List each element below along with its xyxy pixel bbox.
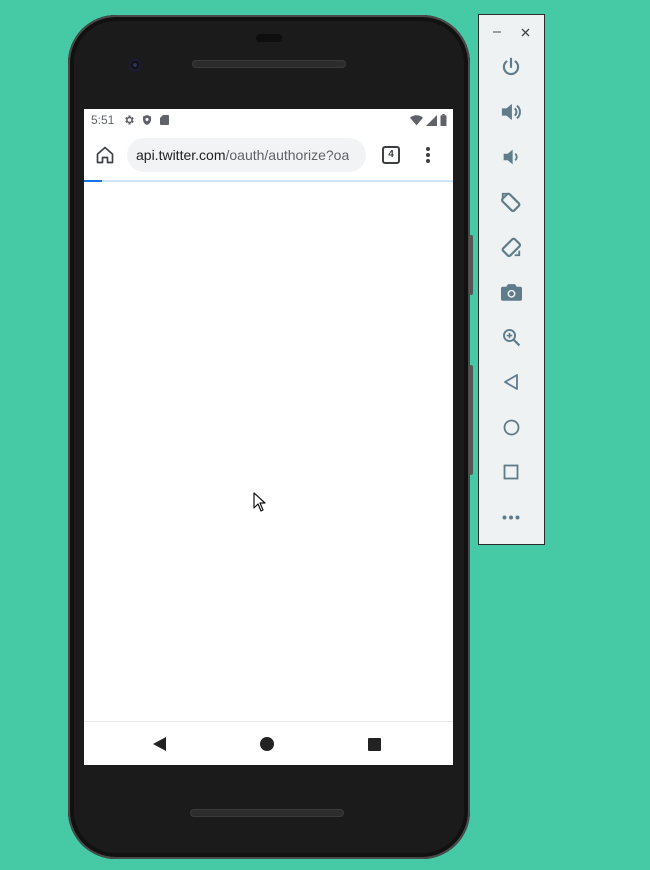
phone-volume-keys[interactable] <box>469 365 473 475</box>
web-page-content[interactable] <box>84 182 453 721</box>
home-icon <box>95 145 115 165</box>
status-time: 5:51 <box>91 113 115 127</box>
battery-icon <box>440 114 447 126</box>
nav-overview-button[interactable] <box>352 722 396 765</box>
rotate-right-button[interactable] <box>496 232 526 262</box>
home-circle-icon <box>260 737 274 751</box>
phone-power-key[interactable] <box>469 235 473 295</box>
shield-icon <box>141 114 153 126</box>
volume-down-icon <box>502 148 520 166</box>
emulator-control-panel <box>478 14 545 545</box>
rotate-left-icon <box>500 191 522 213</box>
wifi-icon <box>410 114 423 126</box>
mouse-cursor-icon <box>253 492 266 517</box>
url-host: api.twitter.com <box>136 147 226 163</box>
power-icon <box>501 57 521 77</box>
nav-home-button[interactable] <box>245 722 289 765</box>
gear-icon <box>123 114 135 126</box>
front-camera <box>128 58 142 72</box>
close-icon <box>521 28 530 37</box>
zoom-icon <box>502 328 521 347</box>
overview-button[interactable] <box>496 457 526 487</box>
tab-switcher-button[interactable]: 4 <box>366 131 416 179</box>
back-triangle-icon <box>153 737 167 751</box>
minimize-button[interactable] <box>489 24 505 40</box>
url-path: /oauth/authorize?oa <box>225 147 350 163</box>
back-button[interactable] <box>496 367 526 397</box>
volume-up-button[interactable] <box>496 97 526 127</box>
overview-square-icon <box>367 737 381 751</box>
more-vertical-icon <box>426 147 430 163</box>
bottom-speaker <box>190 809 344 817</box>
camera-icon <box>500 283 522 301</box>
zoom-button[interactable] <box>496 322 526 352</box>
browser-toolbar: api.twitter.com/oauth/authorize?oa 4 <box>84 131 453 179</box>
close-button[interactable] <box>517 24 533 40</box>
sd-card-icon <box>159 114 170 126</box>
more-icon <box>502 515 520 520</box>
browser-menu-button[interactable] <box>416 131 440 179</box>
top-speaker <box>192 60 346 68</box>
signal-icon <box>426 114 437 126</box>
volume-up-icon <box>500 102 522 122</box>
proximity-sensor <box>256 34 282 42</box>
rotate-left-button[interactable] <box>496 187 526 217</box>
power-button[interactable] <box>496 52 526 82</box>
address-bar[interactable]: api.twitter.com/oauth/authorize?oa <box>127 138 366 172</box>
status-bar: 5:51 <box>84 109 453 131</box>
navigation-bar <box>84 721 453 765</box>
back-icon <box>503 374 519 390</box>
nav-back-button[interactable] <box>138 722 182 765</box>
home-icon <box>503 419 520 436</box>
rotate-right-icon <box>500 236 522 258</box>
browser-home-button[interactable] <box>84 131 126 179</box>
minimize-icon <box>493 28 501 36</box>
tab-count: 4 <box>382 146 400 164</box>
home-button[interactable] <box>496 412 526 442</box>
screenshot-button[interactable] <box>496 277 526 307</box>
more-button[interactable] <box>496 502 526 532</box>
volume-down-button[interactable] <box>496 142 526 172</box>
phone-screen: 5:51 api.twitter.com/oauth/authorize?oa … <box>84 109 453 765</box>
emulator-window-controls <box>479 15 544 49</box>
overview-icon <box>503 464 519 480</box>
